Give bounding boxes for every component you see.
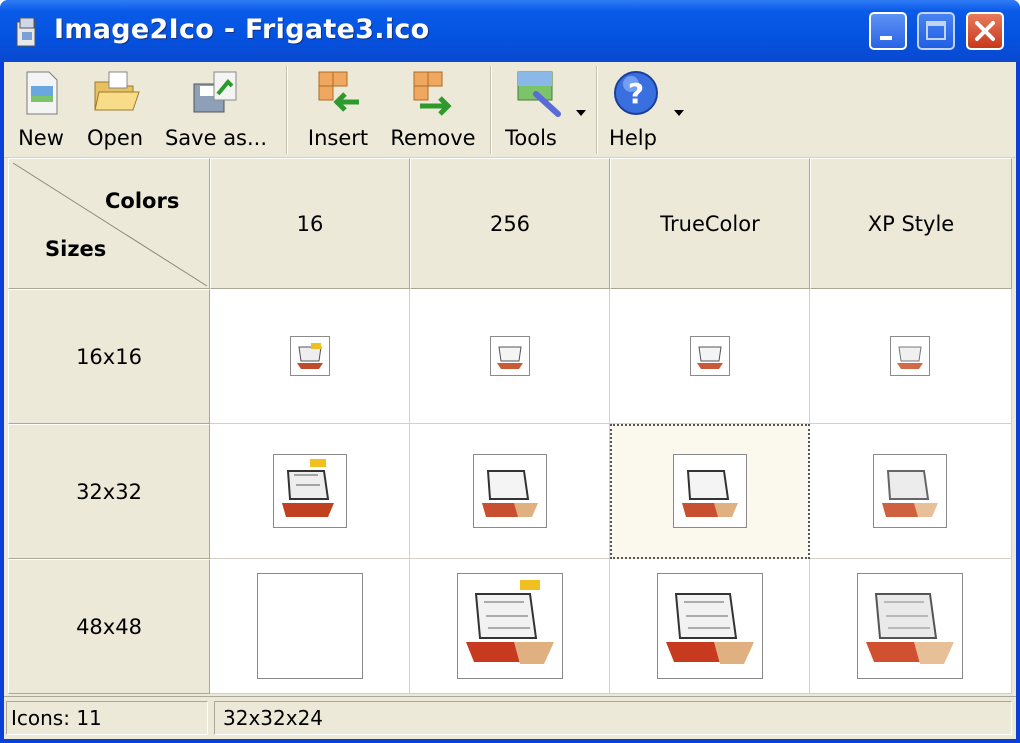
remove-icon — [413, 71, 452, 116]
window-title: Image2Ico - Frigate3.ico — [54, 14, 430, 45]
minimize-icon — [880, 36, 892, 40]
ship-icon — [490, 336, 530, 376]
icon-cell-selected[interactable] — [610, 424, 810, 559]
ship-icon — [273, 454, 347, 528]
app-window: Image2Ico - Frigate3.ico New Open Save a… — [0, 0, 1020, 743]
toolbar-separator — [286, 66, 288, 154]
svg-text:?: ? — [628, 77, 644, 110]
column-header-256[interactable]: 256 — [410, 158, 610, 289]
ship-icon — [473, 454, 547, 528]
sizes-header: Sizes — [45, 237, 107, 261]
icon-cell[interactable] — [610, 559, 810, 694]
title-bar[interactable]: Image2Ico - Frigate3.ico — [0, 0, 1020, 62]
save-as-icon — [193, 71, 237, 113]
icon-grid: Colors Sizes 16 256 TrueColor XP Style 1… — [8, 158, 1012, 694]
insert-button[interactable]: Insert — [300, 66, 376, 156]
insert-label: Insert — [307, 126, 369, 150]
ship-icon — [290, 336, 330, 376]
icon-cell[interactable] — [410, 289, 610, 424]
selection-info: 32x32x24 — [214, 701, 1012, 735]
client-area: New Open Save as... Insert Remove Tools … — [4, 62, 1016, 739]
open-label: Open — [86, 126, 144, 150]
ship-icon — [657, 573, 763, 679]
ship-icon — [673, 454, 747, 528]
colors-header: Colors — [105, 189, 180, 213]
save-as-button[interactable]: Save as... — [160, 66, 272, 156]
insert-icon — [318, 71, 359, 112]
maximize-icon — [926, 21, 946, 40]
chevron-down-icon — [674, 110, 684, 116]
icon-cell[interactable] — [810, 289, 1012, 424]
open-button[interactable]: Open — [82, 66, 148, 156]
icon-cell[interactable] — [410, 559, 610, 694]
icon-cell[interactable] — [410, 424, 610, 559]
maximize-button[interactable] — [917, 12, 955, 50]
open-folder-icon — [94, 71, 140, 111]
minimize-button[interactable] — [869, 12, 907, 50]
status-bar: Icons: 11 32x32x24 — [4, 696, 1016, 739]
column-header-16[interactable]: 16 — [210, 158, 410, 289]
icon-cell-empty[interactable] — [210, 559, 410, 694]
tools-label: Tools — [505, 126, 557, 150]
ship-icon — [857, 573, 963, 679]
grid-corner-header: Colors Sizes — [8, 158, 210, 289]
icon-cell[interactable] — [610, 289, 810, 424]
empty-icon-slot — [257, 573, 363, 679]
help-icon: ? — [614, 71, 658, 115]
ship-icon — [890, 336, 930, 376]
toolbar-separator — [596, 66, 598, 154]
icon-cell[interactable] — [210, 289, 410, 424]
help-button[interactable]: ? Help — [608, 66, 688, 156]
new-button[interactable]: New — [12, 66, 70, 156]
ship-icon — [690, 336, 730, 376]
row-header-32x32[interactable]: 32x32 — [8, 424, 210, 559]
tools-icon — [517, 71, 561, 117]
row-header-48x48[interactable]: 48x48 — [8, 559, 210, 694]
ship-icon — [457, 573, 563, 679]
close-button[interactable] — [966, 12, 1004, 50]
column-header-xp-style[interactable]: XP Style — [810, 158, 1012, 289]
tools-button[interactable]: Tools — [500, 66, 590, 156]
save-as-label: Save as... — [164, 126, 268, 150]
ship-icon — [873, 454, 947, 528]
toolbar: New Open Save as... Insert Remove Tools … — [4, 62, 1016, 158]
new-file-icon — [26, 71, 58, 115]
remove-button[interactable]: Remove — [388, 66, 478, 156]
icon-cell[interactable] — [210, 424, 410, 559]
chevron-down-icon — [576, 110, 586, 116]
icons-count: Icons: 11 — [6, 701, 208, 735]
help-label: Help — [609, 126, 657, 150]
close-icon — [975, 21, 995, 41]
icon-cell[interactable] — [810, 424, 1012, 559]
row-header-16x16[interactable]: 16x16 — [8, 289, 210, 424]
corner-diagonal — [12, 162, 208, 287]
column-header-truecolor[interactable]: TrueColor — [610, 158, 810, 289]
remove-label: Remove — [390, 126, 476, 150]
icon-cell[interactable] — [810, 559, 1012, 694]
app-icon — [16, 17, 36, 47]
new-label: New — [18, 126, 64, 150]
